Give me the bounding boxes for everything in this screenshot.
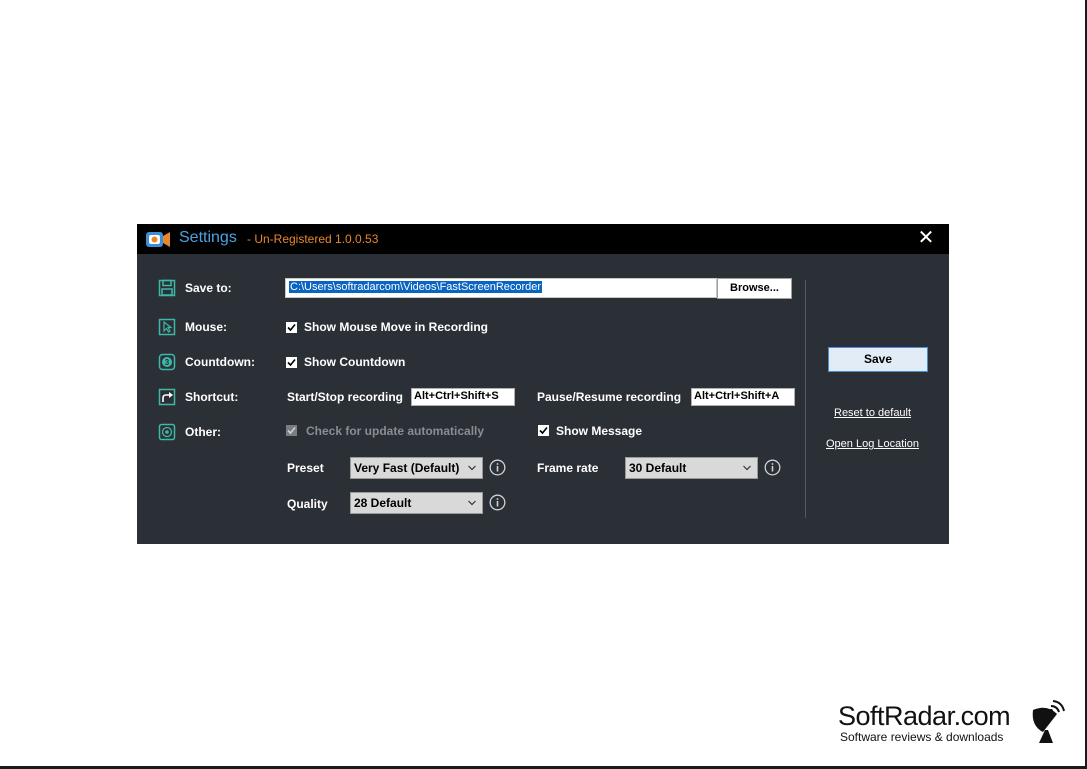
- camera-record-icon: [146, 232, 170, 247]
- save-to-label: Save to:: [185, 281, 232, 295]
- cursor-icon: [158, 318, 176, 336]
- shortcut-label: Shortcut:: [185, 390, 239, 404]
- frame-rate-value: 30 Default: [629, 461, 687, 475]
- watermark-tagline: Software reviews & downloads: [840, 730, 1004, 744]
- start-stop-label: Start/Stop recording: [287, 390, 404, 404]
- frame-rate-select[interactable]: 30 Default: [625, 457, 758, 479]
- save-path-input[interactable]: C:\Users\softradarcom\Videos\FastScreenR…: [285, 278, 717, 298]
- registration-status: - Un-Registered 1.0.0.53: [247, 232, 379, 246]
- quality-info-icon[interactable]: [489, 494, 506, 511]
- satellite-dish-icon: [1032, 700, 1065, 743]
- watermark-brand: SoftRadar.com: [838, 701, 1011, 731]
- pause-resume-hotkey-input[interactable]: Alt+Ctrl+Shift+A: [691, 388, 795, 406]
- reset-to-default-link[interactable]: Reset to default: [834, 407, 911, 419]
- browse-button[interactable]: Browse...: [717, 278, 792, 299]
- frame-rate-label: Frame rate: [537, 461, 599, 475]
- countdown-icon: 3: [158, 353, 176, 371]
- mouse-label: Mouse:: [185, 320, 227, 334]
- window-title: Settings: [179, 229, 237, 246]
- show-mouse-move-label: Show Mouse Move in Recording: [304, 320, 489, 334]
- show-countdown-label: Show Countdown: [304, 355, 406, 369]
- check-update-label: Check for update automatically: [306, 424, 485, 438]
- show-message-label: Show Message: [556, 424, 643, 438]
- pause-resume-label: Pause/Resume recording: [537, 390, 682, 404]
- chevron-down-icon: [468, 500, 476, 506]
- frame-rate-info-icon[interactable]: [764, 459, 781, 476]
- show-message-checkbox[interactable]: [538, 425, 549, 436]
- save-icon: [158, 279, 176, 297]
- show-countdown-checkbox[interactable]: [286, 357, 297, 368]
- open-log-location-link[interactable]: Open Log Location: [826, 438, 919, 450]
- preset-label: Preset: [287, 461, 324, 475]
- svg-text:3: 3: [165, 358, 170, 367]
- settings-window: Settings - Un-Registered 1.0.0.53 ✕ Save…: [137, 224, 949, 544]
- quality-label: Quality: [287, 497, 328, 511]
- vertical-divider: [805, 280, 806, 518]
- show-mouse-move-checkbox[interactable]: [286, 322, 297, 333]
- title-bar: Settings - Un-Registered 1.0.0.53 ✕: [137, 224, 949, 254]
- quality-select[interactable]: 28 Default: [350, 492, 483, 514]
- countdown-label: Countdown:: [185, 355, 255, 369]
- check-update-checkbox[interactable]: [286, 425, 297, 436]
- start-stop-hotkey-input[interactable]: Alt+Ctrl+Shift+S: [411, 388, 515, 406]
- chevron-down-icon: [743, 465, 751, 471]
- chevron-down-icon: [468, 465, 476, 471]
- target-icon: [158, 423, 176, 441]
- other-label: Other:: [185, 425, 221, 439]
- save-button[interactable]: Save: [828, 347, 928, 372]
- preset-value: Very Fast (Default): [354, 461, 460, 475]
- quality-value: 28 Default: [354, 496, 412, 510]
- save-path-value: C:\Users\softradarcom\Videos\FastScreenR…: [289, 281, 543, 293]
- close-icon[interactable]: ✕: [913, 226, 939, 250]
- preset-select[interactable]: Very Fast (Default): [350, 457, 483, 479]
- shortcut-arrow-icon: [158, 388, 176, 406]
- preset-info-icon[interactable]: [489, 459, 506, 476]
